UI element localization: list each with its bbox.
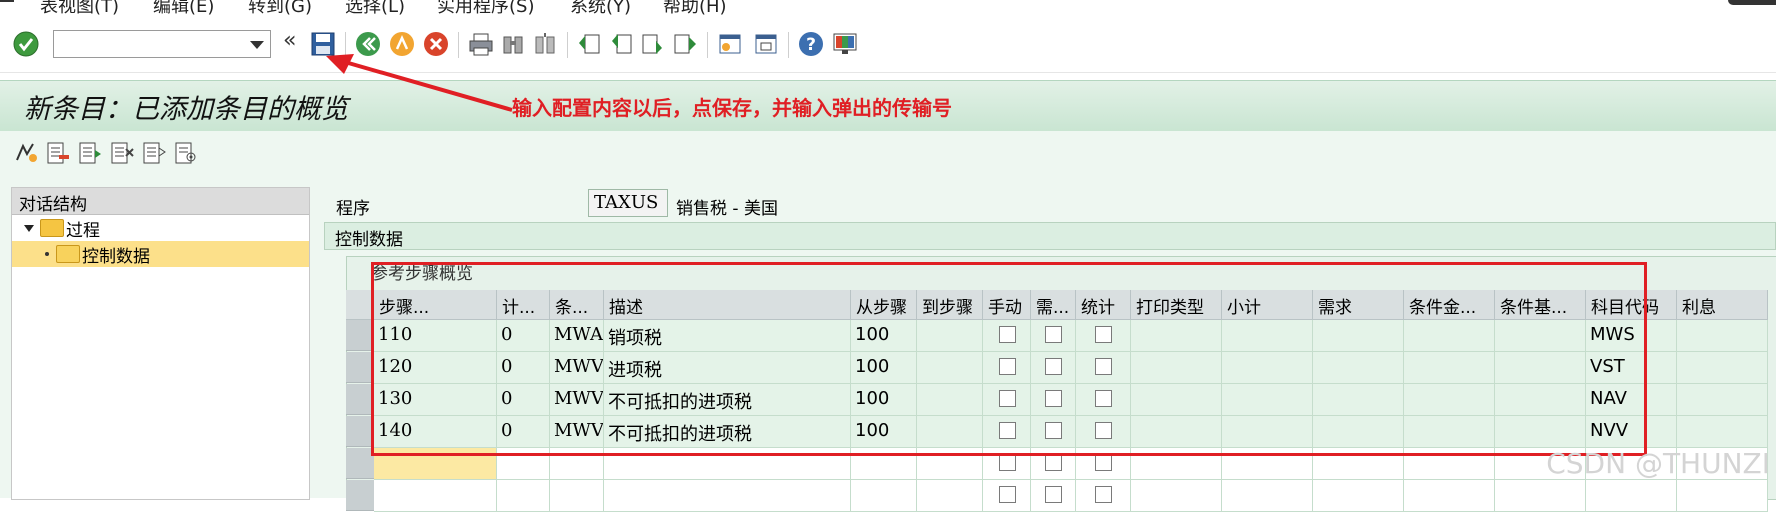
menu-utilities[interactable]: 实用程序(S)	[437, 0, 534, 18]
row-selector-button[interactable]	[346, 480, 374, 511]
row-selector-button[interactable]	[346, 352, 374, 383]
copy-as-icon[interactable]	[76, 139, 104, 167]
new-entries-icon[interactable]	[44, 139, 72, 167]
cell-alt-base[interactable]	[1495, 480, 1586, 512]
undo-change-icon[interactable]	[140, 139, 168, 167]
tree-item-control-data[interactable]: 控制数据	[12, 241, 309, 267]
tree-item-procedure[interactable]: 过程	[12, 215, 309, 241]
cell-accrual[interactable]	[1677, 384, 1768, 416]
open-folder-icon	[56, 245, 80, 263]
svg-text:?: ?	[806, 35, 816, 55]
dialog-structure-title: 对话结构	[19, 195, 87, 215]
row-selector-button[interactable]	[346, 416, 374, 447]
checkbox-required[interactable]	[1045, 486, 1062, 503]
cell-requirement[interactable]	[1313, 480, 1404, 512]
watermark: CSDN @THUNZI	[1546, 447, 1770, 480]
find-next-icon[interactable]	[531, 30, 559, 58]
tree-item-label: 控制数据	[82, 247, 150, 267]
chevron-down-icon[interactable]	[250, 41, 264, 49]
section-title: 控制数据	[335, 230, 403, 250]
new-session-icon[interactable]	[716, 30, 744, 58]
procedure-description: 销售税 - 美国	[676, 199, 778, 219]
command-field[interactable]	[53, 30, 271, 58]
cell-step[interactable]	[374, 480, 497, 512]
delete-icon[interactable]	[108, 139, 136, 167]
check-icon[interactable]	[12, 30, 40, 58]
checkbox-statistical[interactable]	[1095, 454, 1112, 471]
tree-bullet-icon	[45, 252, 49, 256]
menu-table-view[interactable]: 表视图(T)	[40, 0, 119, 18]
checkbox-manual[interactable]	[999, 486, 1016, 503]
column-header-accrual[interactable]: 利息	[1677, 290, 1768, 320]
cell-required[interactable]	[1031, 480, 1076, 512]
procedure-value-field[interactable]: TAXUS	[588, 189, 668, 217]
change-display-icon[interactable]	[12, 139, 40, 167]
next-page-icon[interactable]	[639, 30, 667, 58]
standard-toolbar: « ?	[0, 22, 1776, 73]
layout-icon[interactable]	[831, 30, 859, 58]
annotation-arrow	[326, 54, 513, 112]
cell-accrual[interactable]	[1677, 480, 1768, 512]
prev-page-icon[interactable]	[607, 30, 635, 58]
control-data-section: 控制数据	[324, 222, 1776, 250]
cell-accrual[interactable]	[1677, 320, 1768, 352]
highlight-rectangle	[371, 262, 1647, 456]
cell-from-step[interactable]	[851, 480, 917, 512]
cell-accrual[interactable]	[1677, 416, 1768, 448]
window-menu-icon[interactable]	[0, 0, 14, 2]
checkbox-manual[interactable]	[999, 454, 1016, 471]
cell-accrual[interactable]	[1677, 352, 1768, 384]
procedure-label: 程序	[336, 199, 370, 219]
menu-selection[interactable]: 选择(L)	[345, 0, 405, 18]
menu-help[interactable]: 帮助(H)	[663, 0, 727, 18]
menu-bar: 表视图(T) 编辑(E) 转到(G) 选择(L) 实用程序(S) 系统(Y) 帮…	[0, 0, 1776, 22]
expand-triangle-icon[interactable]	[24, 225, 34, 232]
cell-description[interactable]	[604, 480, 851, 512]
row-selector-button[interactable]	[346, 448, 374, 479]
cell-alt-calc[interactable]	[1404, 480, 1495, 512]
last-page-icon[interactable]	[671, 30, 699, 58]
cell-counter[interactable]	[497, 480, 550, 512]
menu-goto[interactable]: 转到(G)	[248, 0, 312, 18]
dialog-structure-panel: 对话结构 过程 控制数据	[11, 187, 310, 500]
application-toolbar	[0, 131, 1776, 175]
select-all-icon[interactable]	[172, 139, 200, 167]
menu-system[interactable]: 系统(Y)	[570, 0, 631, 18]
cell-subtotal[interactable]	[1222, 480, 1313, 512]
cell-account-key[interactable]	[1586, 480, 1677, 512]
dialog-structure-header: 对话结构	[12, 188, 309, 215]
page-title: 新条目：已添加条目的概览	[24, 94, 348, 125]
cell-to-step[interactable]	[917, 480, 983, 512]
collapse-chevron-icon[interactable]: «	[283, 28, 296, 53]
select-all-rows-button[interactable]	[346, 290, 374, 320]
checkbox-required[interactable]	[1045, 454, 1062, 471]
cell-print-type[interactable]	[1131, 480, 1222, 512]
cell-statistical[interactable]	[1076, 480, 1131, 512]
annotation-text: 输入配置内容以后，点保存，并输入弹出的传输号	[512, 96, 952, 120]
help-icon[interactable]: ?	[797, 30, 825, 58]
checkbox-statistical[interactable]	[1095, 486, 1112, 503]
folder-icon	[40, 219, 64, 237]
first-page-icon[interactable]	[575, 30, 603, 58]
shortcut-icon[interactable]	[752, 30, 780, 58]
row-selector-button[interactable]	[346, 320, 374, 351]
tree-item-label: 过程	[66, 221, 100, 241]
sap-logo-icon	[1728, 0, 1776, 5]
cell-manual[interactable]	[983, 480, 1031, 512]
cell-condition-type[interactable]	[550, 480, 604, 512]
menu-edit[interactable]: 编辑(E)	[153, 0, 214, 18]
row-selector-button[interactable]	[346, 384, 374, 415]
